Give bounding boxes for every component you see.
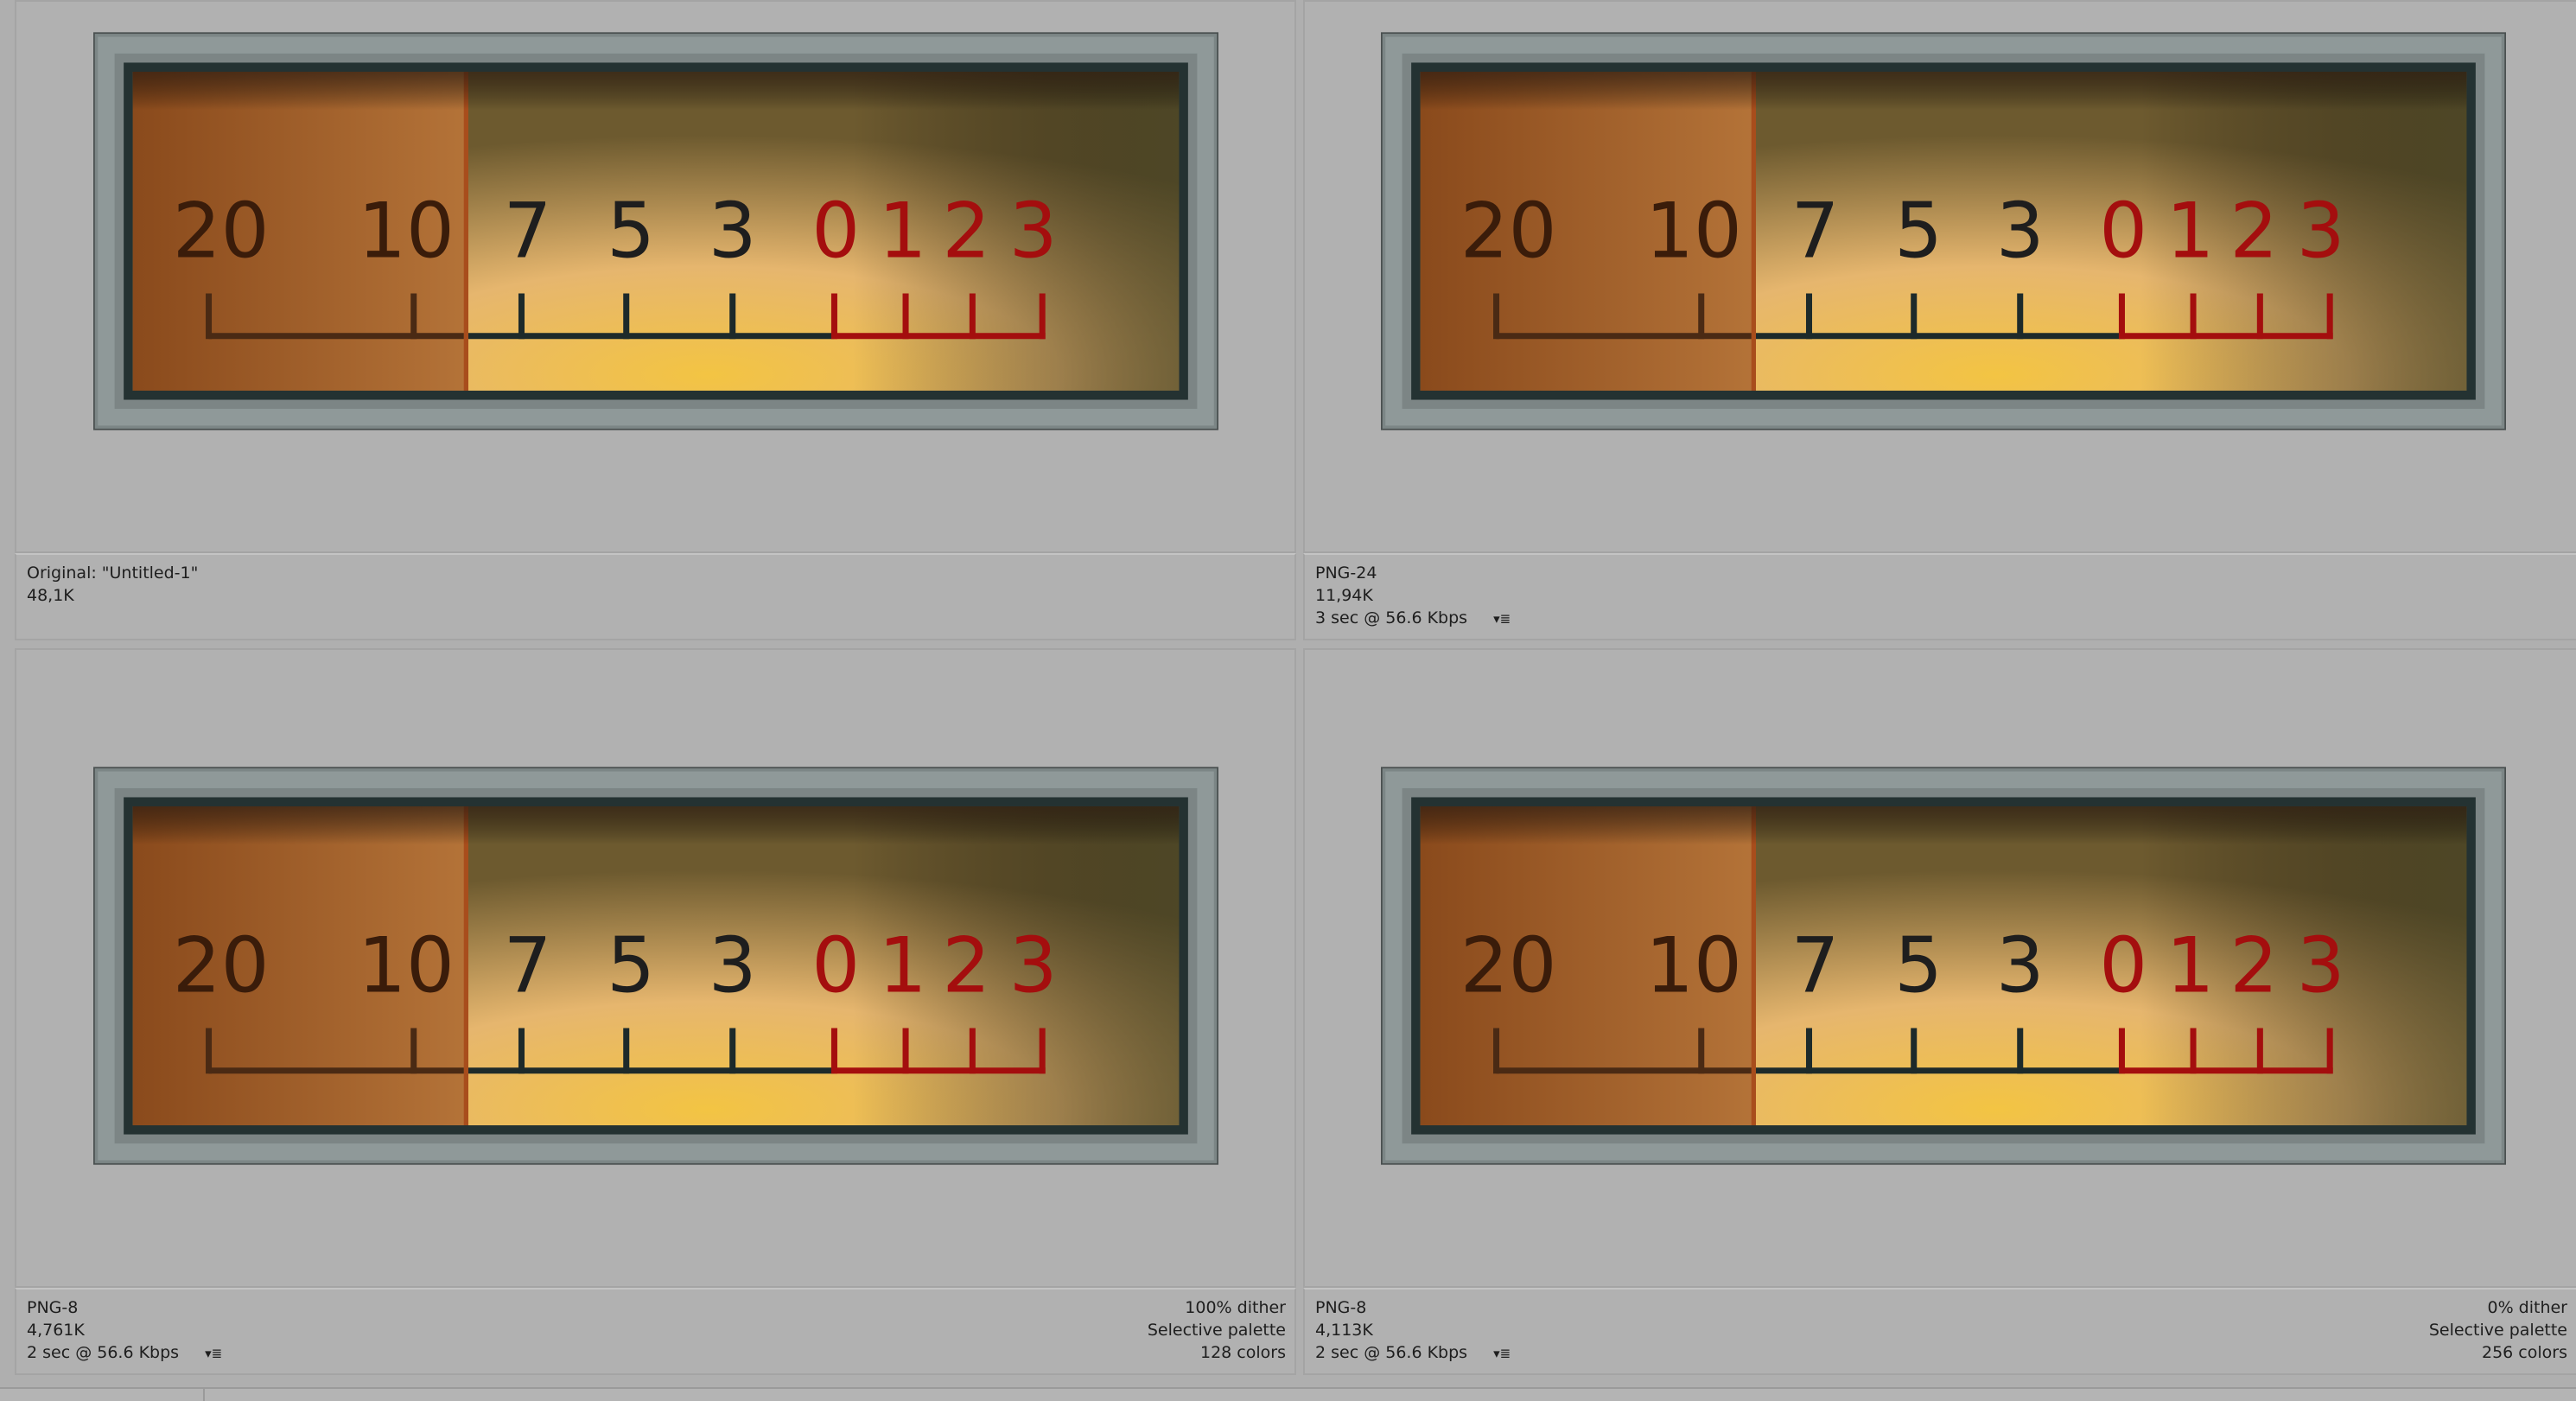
optimize-menu-icon[interactable]: ▾≣ bbox=[205, 1342, 222, 1365]
scale-label-red: 2 bbox=[942, 186, 990, 275]
scale-label-red: 0 bbox=[811, 920, 860, 1009]
scale-label: 20 bbox=[173, 920, 270, 1009]
scale-label-red: 2 bbox=[942, 920, 990, 1009]
scale-label: 5 bbox=[607, 920, 655, 1009]
format-label: PNG-24 bbox=[1315, 564, 1377, 583]
download-time: 2 sec @ 56.6 Kbps bbox=[27, 1343, 180, 1362]
scale-label-red: 1 bbox=[879, 186, 927, 275]
preview-panel-png8-dither[interactable]: 20 10 7 5 3 0 1 2 3 PNG-8 4,761K 2 sec @ 56.6 Kb… bbox=[15, 648, 1296, 1375]
palette-setting: Selective palette bbox=[2428, 1321, 2567, 1340]
scale-label: 7 bbox=[504, 920, 552, 1009]
scale-label-red: 0 bbox=[811, 186, 860, 275]
download-time: 3 sec @ 56.6 Kbps bbox=[1315, 608, 1468, 627]
preview-info-bar: PNG-24 11,94K 3 sec @ 56.6 Kbps ▾≣ bbox=[1303, 553, 2576, 640]
optimize-menu-icon[interactable]: ▾≣ bbox=[1493, 608, 1511, 630]
scale-label-red: 3 bbox=[1009, 186, 1058, 275]
vu-meter-image: 20 10 7 5 3 0 1 2 3 bbox=[1381, 766, 2506, 1166]
scale-label: 5 bbox=[1894, 186, 1943, 275]
scale-label-red: 3 bbox=[2297, 920, 2345, 1009]
scale-label-red: 2 bbox=[2229, 186, 2278, 275]
preview-info-bar: PNG-8 4,113K 2 sec @ 56.6 Kbps ▾≣ 0% dith… bbox=[1303, 1288, 2576, 1375]
scale-label: 20 bbox=[1460, 186, 1557, 275]
preview-info-bar: PNG-8 4,761K 2 sec @ 56.6 Kbps ▾≣ 100% di… bbox=[15, 1288, 1296, 1375]
scale-label-red: 1 bbox=[2166, 920, 2215, 1009]
color-count: 128 colors bbox=[1200, 1343, 1286, 1362]
scale-label-red: 1 bbox=[879, 920, 927, 1009]
scale-label: 3 bbox=[709, 186, 757, 275]
format-label: PNG-8 bbox=[1315, 1298, 1367, 1317]
scale-label: 3 bbox=[1996, 920, 2045, 1009]
scale-label: 10 bbox=[358, 186, 455, 275]
scale-label: 5 bbox=[607, 186, 655, 275]
color-count: 256 colors bbox=[2482, 1343, 2567, 1362]
scale-label: 20 bbox=[1460, 920, 1557, 1009]
scale-label: 10 bbox=[1645, 920, 1742, 1009]
preview-panel-png8-nodither[interactable]: 20 10 7 5 3 0 1 2 3 PNG-8 4,113K 2 sec @ 56.6 Kb… bbox=[1303, 648, 2576, 1375]
scale-label: 5 bbox=[1894, 920, 1943, 1009]
scale-label: 3 bbox=[1996, 186, 2045, 275]
vu-meter-svg: 20 10 7 5 3 0 1 2 3 bbox=[1381, 32, 2506, 430]
palette-setting: Selective palette bbox=[1147, 1321, 1286, 1340]
vu-meter-svg: 20 10 7 5 3 0 1 2 3 bbox=[93, 32, 1218, 430]
scale-label-red: 3 bbox=[2297, 186, 2345, 275]
file-size: 11,94K bbox=[1315, 586, 1373, 605]
vu-meter-image: 20 10 7 5 3 0 1 2 3 bbox=[93, 766, 1218, 1166]
info-label: Original: "Untitled-1" bbox=[27, 564, 199, 583]
file-size: 48,1K bbox=[27, 586, 74, 605]
scale-label-red: 3 bbox=[1009, 920, 1058, 1009]
preview-info-bar: Original: "Untitled-1" 48,1K bbox=[15, 553, 1296, 640]
scale-label-red: 1 bbox=[2166, 186, 2215, 275]
dither-setting: 100% dither bbox=[1185, 1298, 1286, 1317]
format-label: PNG-8 bbox=[27, 1298, 79, 1317]
scale-label: 10 bbox=[358, 920, 455, 1009]
vu-meter-svg: 20 10 7 5 3 0 1 2 3 bbox=[1381, 767, 2506, 1165]
preview-panel-original[interactable]: 20 10 7 5 3 0 1 2 3 Original: "Untitled-1" 48,1K bbox=[15, 0, 1296, 640]
scale-label: 3 bbox=[709, 920, 757, 1009]
preview-panel-png24[interactable]: 20 10 7 5 3 0 1 2 3 PNG-24 11,94K 3 sec @ 56.6 K… bbox=[1303, 0, 2576, 640]
scale-label: 7 bbox=[504, 186, 552, 275]
vu-meter-image: 20 10 7 5 3 0 1 2 3 bbox=[1381, 31, 2506, 431]
vu-meter-svg: 20 10 7 5 3 0 1 2 3 bbox=[93, 767, 1218, 1165]
scale-label-red: 0 bbox=[2099, 186, 2147, 275]
scale-label: 10 bbox=[1645, 186, 1742, 275]
file-size: 4,761K bbox=[27, 1321, 85, 1340]
scale-label: 20 bbox=[173, 186, 270, 275]
scale-label-red: 2 bbox=[2229, 920, 2278, 1009]
file-size: 4,113K bbox=[1315, 1321, 1373, 1340]
optimize-menu-icon[interactable]: ▾≣ bbox=[1493, 1342, 1511, 1365]
download-time: 2 sec @ 56.6 Kbps bbox=[1315, 1343, 1468, 1362]
scale-label-red: 0 bbox=[2099, 920, 2147, 1009]
scale-label: 7 bbox=[1791, 186, 1840, 275]
scale-label: 7 bbox=[1791, 920, 1840, 1009]
vu-meter-image: 20 10 7 5 3 0 1 2 3 bbox=[93, 31, 1218, 431]
dither-setting: 0% dither bbox=[2487, 1298, 2567, 1317]
